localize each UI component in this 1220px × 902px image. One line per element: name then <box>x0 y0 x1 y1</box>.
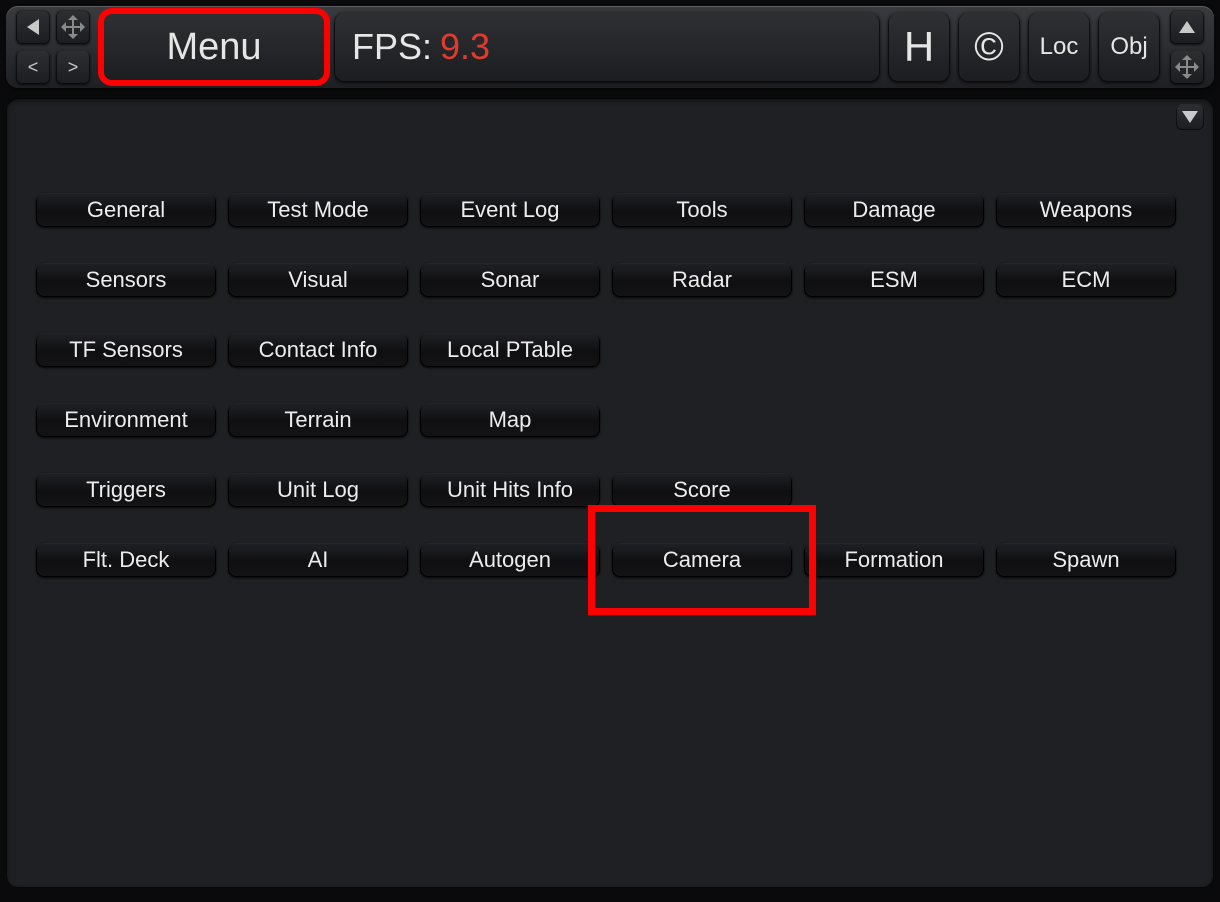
menu-button[interactable]: Menu <box>102 12 326 82</box>
fps-display: FPS: 9.3 <box>334 12 880 82</box>
obj-label: Obj <box>1110 33 1147 61</box>
panel-collapse-button[interactable] <box>1176 104 1204 130</box>
menu-formation-button[interactable]: Formation <box>804 543 984 577</box>
loc-button[interactable]: Loc <box>1028 12 1090 82</box>
nav-cluster: < > <box>16 10 90 84</box>
menu-tools-button[interactable]: Tools <box>612 193 792 227</box>
menu-contact-info-button[interactable]: Contact Info <box>228 333 408 367</box>
menu-terrain-button[interactable]: Terrain <box>228 403 408 437</box>
nav-prev-button[interactable]: < <box>16 50 50 84</box>
menu-grid: General Test Mode Event Log Tools Damage Weap… <box>36 193 1186 577</box>
menu-map-button[interactable]: Map <box>420 403 600 437</box>
scroll-up-button[interactable] <box>1170 10 1204 44</box>
move-icon <box>64 18 82 36</box>
menu-general-button[interactable]: General <box>36 193 216 227</box>
menu-esm-button[interactable]: ESM <box>804 263 984 297</box>
arrow-down-icon <box>1182 111 1198 123</box>
arrow-left-icon <box>27 19 39 35</box>
top-toolbar: < > Menu FPS: 9.3 H © Loc Obj <box>6 6 1214 88</box>
menu-autogen-button[interactable]: Autogen <box>420 543 600 577</box>
menu-spawn-button[interactable]: Spawn <box>996 543 1176 577</box>
menu-weapons-button[interactable]: Weapons <box>996 193 1176 227</box>
helper-c-button[interactable]: © <box>958 12 1020 82</box>
helper-c-label: © <box>974 25 1003 70</box>
menu-unit-log-button[interactable]: Unit Log <box>228 473 408 507</box>
helper-h-button[interactable]: H <box>888 12 950 82</box>
menu-unit-hits-info-button[interactable]: Unit Hits Info <box>420 473 600 507</box>
menu-ai-button[interactable]: AI <box>228 543 408 577</box>
menu-camera-button[interactable]: Camera <box>612 543 792 577</box>
menu-damage-button[interactable]: Damage <box>804 193 984 227</box>
menu-flt-deck-button[interactable]: Flt. Deck <box>36 543 216 577</box>
menu-button-label: Menu <box>166 26 261 69</box>
move-button-2[interactable] <box>1170 50 1204 84</box>
menu-score-button[interactable]: Score <box>612 473 792 507</box>
menu-test-mode-button[interactable]: Test Mode <box>228 193 408 227</box>
move-button[interactable] <box>56 10 90 44</box>
fps-value: 9.3 <box>440 26 490 68</box>
menu-panel: General Test Mode Event Log Tools Damage Weap… <box>6 98 1214 888</box>
arrow-up-icon <box>1179 21 1195 33</box>
menu-ecm-button[interactable]: ECM <box>996 263 1176 297</box>
menu-sensors-button[interactable]: Sensors <box>36 263 216 297</box>
helper-h-label: H <box>904 23 934 71</box>
loc-label: Loc <box>1040 33 1079 61</box>
nav-back-button[interactable] <box>16 10 50 44</box>
nav-next-button[interactable]: > <box>56 50 90 84</box>
menu-sonar-button[interactable]: Sonar <box>420 263 600 297</box>
menu-radar-button[interactable]: Radar <box>612 263 792 297</box>
menu-triggers-button[interactable]: Triggers <box>36 473 216 507</box>
menu-event-log-button[interactable]: Event Log <box>420 193 600 227</box>
right-nav-cluster <box>1170 10 1204 84</box>
menu-tf-sensors-button[interactable]: TF Sensors <box>36 333 216 367</box>
menu-visual-button[interactable]: Visual <box>228 263 408 297</box>
move-icon <box>1178 58 1196 76</box>
obj-button[interactable]: Obj <box>1098 12 1160 82</box>
fps-label: FPS: <box>352 26 432 68</box>
menu-environment-button[interactable]: Environment <box>36 403 216 437</box>
menu-local-ptable-button[interactable]: Local PTable <box>420 333 600 367</box>
